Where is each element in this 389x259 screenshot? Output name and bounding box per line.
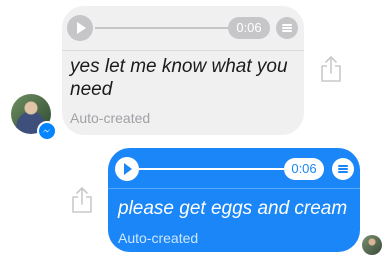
audio-progress-track[interactable]	[139, 168, 284, 170]
transcript-text: yes let me know what you need	[70, 56, 288, 100]
duration-label: 0:06	[228, 17, 270, 39]
auto-created-label: Auto-created	[70, 110, 151, 126]
incoming-voice-message[interactable]: 0:06 yes let me know what you need Auto-…	[62, 6, 304, 135]
play-icon[interactable]	[115, 157, 139, 181]
menu-icon[interactable]	[276, 17, 298, 39]
duration-label: 0:06	[284, 158, 324, 180]
auto-created-label: Auto-created	[118, 230, 199, 246]
audio-player: 0:06	[62, 6, 304, 50]
share-icon[interactable]	[70, 186, 94, 214]
play-icon[interactable]	[67, 15, 93, 41]
audio-progress-track[interactable]	[95, 27, 229, 29]
transcript-text: please get eggs and cream	[118, 198, 348, 219]
divider	[62, 50, 304, 51]
divider	[108, 188, 360, 189]
messenger-icon	[37, 121, 57, 141]
outgoing-voice-message[interactable]: 0:06 please get eggs and cream Auto-crea…	[108, 148, 360, 252]
menu-icon[interactable]	[332, 158, 354, 180]
share-icon[interactable]	[319, 55, 343, 83]
avatar[interactable]	[362, 235, 382, 255]
